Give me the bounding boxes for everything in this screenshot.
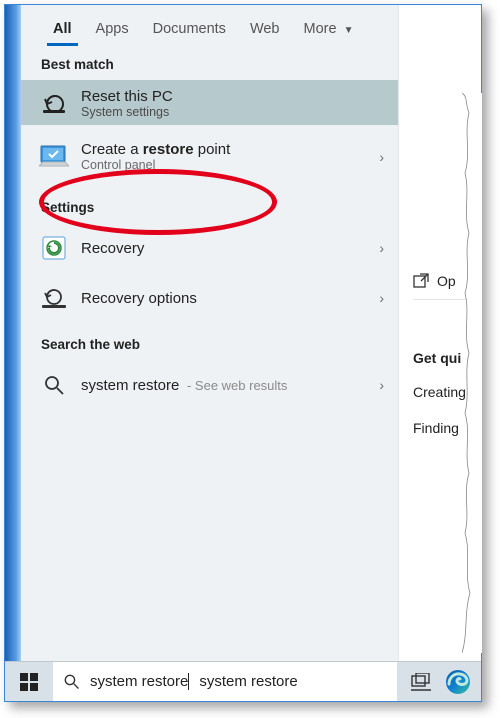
monitor-icon: [39, 142, 69, 172]
preview-link-creating[interactable]: Creating: [413, 374, 481, 410]
result-restore-point-sub: Control panel: [81, 158, 367, 172]
result-restore-point[interactable]: Create a restore point Control panel ›: [21, 125, 398, 186]
preview-open[interactable]: Op: [413, 263, 481, 300]
preview-getquick-head: Get qui: [413, 350, 481, 366]
task-view-button[interactable]: [411, 673, 431, 691]
result-recovery-options-title: Recovery options: [81, 290, 367, 307]
preview-open-label: Op: [437, 273, 456, 289]
search-input[interactable]: [199, 673, 387, 690]
scope-tabs: All Apps Documents Web More ▼: [21, 5, 398, 43]
result-recovery[interactable]: Recovery ›: [21, 223, 398, 273]
chevron-right-icon: ›: [379, 149, 384, 165]
search-icon: [63, 673, 80, 690]
result-recovery-title: Recovery: [81, 240, 367, 257]
tab-more[interactable]: More ▼: [292, 13, 366, 43]
left-accent-strip: [5, 5, 21, 701]
taskbar: system restore: [5, 661, 481, 701]
edge-browser-button[interactable]: [445, 669, 471, 695]
text-caret: [188, 673, 189, 690]
tab-all[interactable]: All: [41, 13, 84, 43]
result-web-title: system restore - See web results: [81, 377, 367, 394]
reset-pc-icon: [39, 89, 69, 119]
preview-link-finding[interactable]: Finding: [413, 410, 481, 446]
chevron-right-icon: ›: [379, 290, 384, 306]
result-web-search[interactable]: system restore - See web results ›: [21, 360, 398, 410]
taskbar-search-box[interactable]: system restore: [53, 662, 397, 701]
windows-logo-icon: [20, 673, 38, 691]
recovery-icon: [39, 233, 69, 263]
edge-icon: [445, 669, 471, 695]
search-panel: All Apps Documents Web More ▼ Best match: [21, 5, 399, 661]
result-recovery-options[interactable]: Recovery options ›: [21, 273, 398, 323]
tab-documents[interactable]: Documents: [141, 13, 238, 43]
chevron-right-icon: ›: [379, 377, 384, 393]
search-input-text[interactable]: system restore: [90, 673, 188, 690]
best-match-title: Reset this PC: [81, 88, 173, 105]
start-button[interactable]: [5, 662, 53, 701]
chevron-right-icon: ›: [379, 240, 384, 256]
recovery-options-icon: [39, 283, 69, 313]
section-settings: Settings: [21, 186, 398, 223]
result-restore-point-title: Create a restore point: [81, 141, 367, 158]
tab-more-label: More: [304, 21, 337, 37]
search-icon: [39, 370, 69, 400]
chevron-down-icon: ▼: [344, 25, 354, 36]
best-match-sub: System settings: [81, 105, 173, 119]
open-icon: [413, 273, 429, 289]
tab-apps[interactable]: Apps: [84, 13, 141, 43]
section-search-web: Search the web: [21, 323, 398, 360]
preview-pane: Op Get qui Creating Finding: [399, 5, 481, 661]
best-match-result[interactable]: Reset this PC System settings: [21, 80, 398, 125]
task-view-icon: [411, 673, 431, 691]
section-best-match: Best match: [21, 43, 398, 80]
tab-web[interactable]: Web: [238, 13, 292, 43]
